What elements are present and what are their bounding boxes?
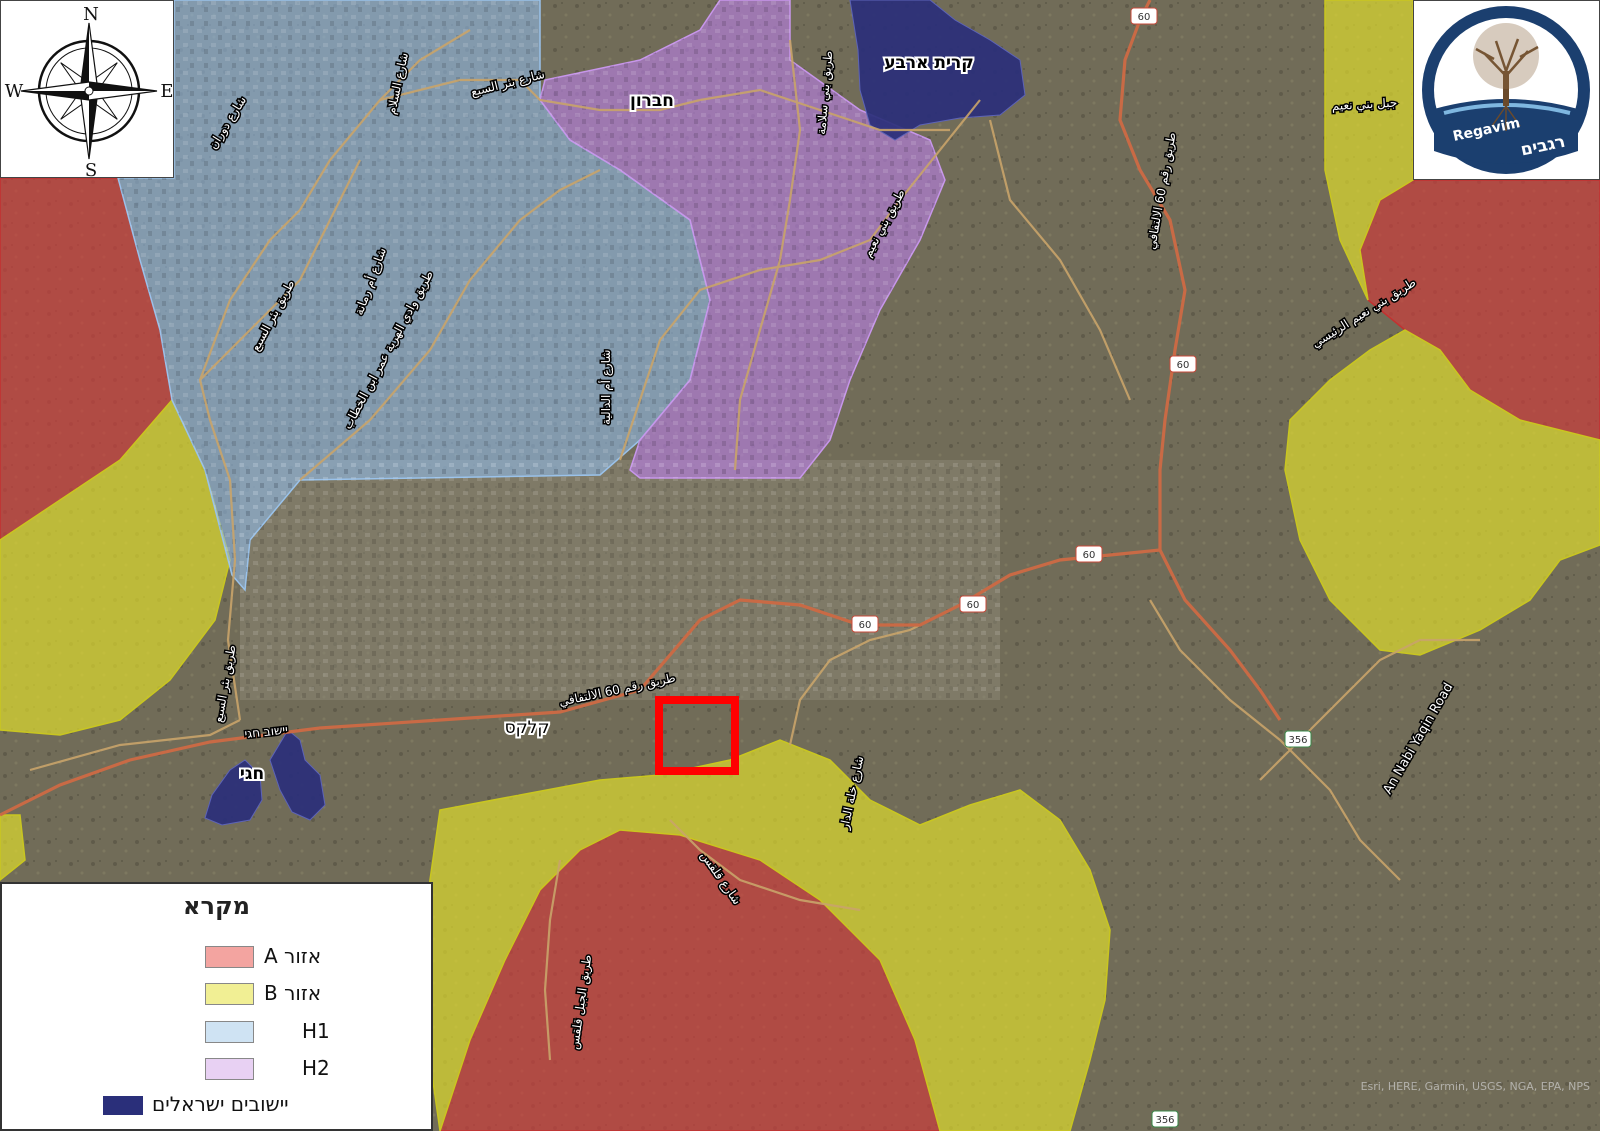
svg-text:60: 60 bbox=[1138, 12, 1151, 23]
legend-swatch bbox=[205, 946, 254, 968]
route-shield-60: 60 bbox=[851, 615, 879, 633]
legend-title: מקרא bbox=[183, 892, 250, 920]
compass-north: N bbox=[83, 4, 99, 25]
regavim-logo-icon: Regavim רגבים bbox=[1422, 6, 1590, 174]
compass-west: W bbox=[5, 81, 24, 102]
svg-text:60: 60 bbox=[859, 620, 872, 631]
svg-text:60: 60 bbox=[967, 600, 980, 611]
svg-text:356: 356 bbox=[1288, 735, 1307, 746]
legend-swatch bbox=[103, 1096, 143, 1115]
legend-label: אזור B bbox=[264, 981, 322, 1005]
compass-rose: N S W E bbox=[0, 0, 174, 181]
legend-swatch bbox=[205, 983, 254, 1005]
svg-text:60: 60 bbox=[1177, 360, 1190, 371]
place-label-kalkas: קלקס bbox=[505, 718, 550, 738]
place-label-hebron: חברון bbox=[630, 91, 674, 111]
regavim-logo: Regavim רגבים bbox=[1413, 0, 1600, 180]
svg-text:356: 356 bbox=[1155, 1115, 1174, 1126]
compass-south: S bbox=[85, 160, 97, 179]
map-copyright: Esri, HERE, Garmin, USGS, NGA, EPA, NPS bbox=[1361, 1080, 1590, 1093]
compass-east: E bbox=[160, 81, 173, 102]
route-shield-60: 60 bbox=[959, 595, 987, 613]
route-shield-60: 60 bbox=[1075, 545, 1103, 563]
place-label-kiryat-arba: קרית ארבע bbox=[884, 53, 974, 73]
map-legend: מקרא אזור A אזור B H1 H2 יישובים ישראלים bbox=[0, 882, 433, 1131]
svg-text:60: 60 bbox=[1083, 550, 1096, 561]
road-label: شارع أم الدالية bbox=[598, 350, 614, 425]
route-shield-356: 356 bbox=[1151, 1110, 1179, 1128]
place-label-hagai: חגי bbox=[240, 764, 264, 784]
route-shield-60: 60 bbox=[1130, 7, 1158, 25]
legend-swatch bbox=[205, 1058, 254, 1080]
compass-icon: N S W E bbox=[5, 4, 174, 181]
route-shield-356: 356 bbox=[1284, 730, 1312, 748]
legend-label: H1 bbox=[302, 1019, 330, 1043]
legend-label: יישובים ישראלים bbox=[152, 1092, 289, 1116]
legend-label: אזור A bbox=[264, 944, 322, 968]
route-shield-60: 60 bbox=[1169, 355, 1197, 373]
legend-label: H2 bbox=[302, 1056, 330, 1080]
legend-swatch bbox=[205, 1021, 254, 1043]
